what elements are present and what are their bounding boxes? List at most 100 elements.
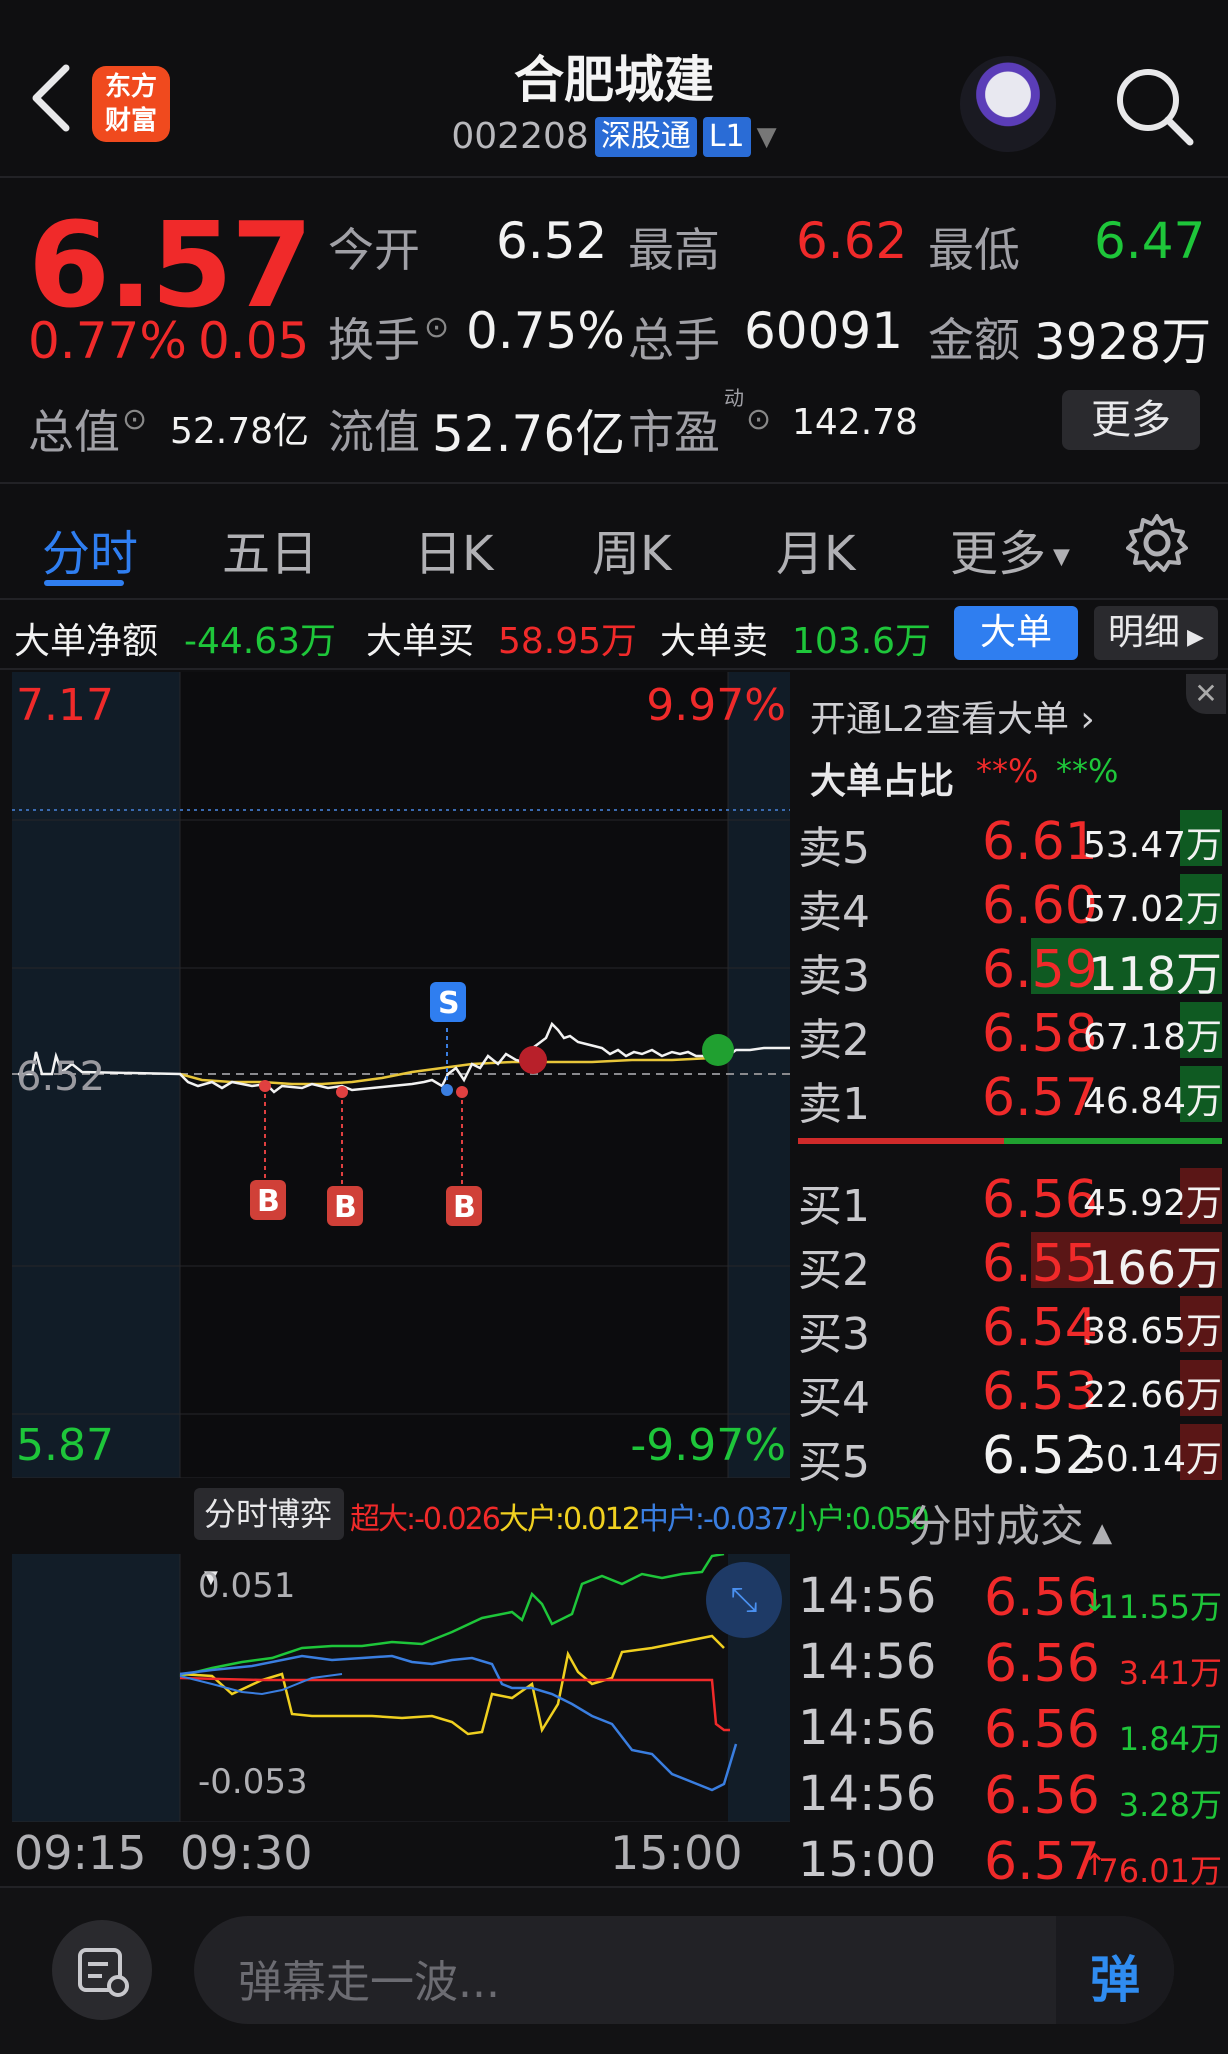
total-mv-label: 总值: [28, 405, 120, 459]
more-button[interactable]: 更多: [1062, 390, 1200, 450]
dropdown-triangle-icon: ▼: [1046, 544, 1070, 570]
bid-row[interactable]: 买4 6.53 22.66万: [798, 1354, 1222, 1424]
buy-marker[interactable]: B: [257, 1184, 280, 1219]
ask-row[interactable]: 卖4 6.60 57.02万: [798, 868, 1222, 938]
high-label: 最高: [628, 223, 720, 277]
chart-bottom-price: 5.87: [16, 1420, 114, 1471]
trade-price: 6.56: [984, 1700, 1100, 1760]
danmaku-settings-icon[interactable]: [52, 1920, 152, 2020]
sell-marker[interactable]: S: [438, 986, 460, 1021]
bid-volume: 166万: [1088, 1241, 1222, 1295]
trade-volume: 11.55万: [1098, 1588, 1222, 1626]
ask-volume: 53.47万: [1082, 825, 1222, 866]
super-value: -0.026: [414, 1502, 501, 1537]
tab-intraday[interactable]: 分时: [42, 514, 138, 584]
chart-top-pct: 9.97%: [646, 680, 786, 731]
danmaku-input[interactable]: 弹幕走一波...: [194, 1916, 1174, 2024]
amount-value: 3928万: [1034, 313, 1212, 371]
settings-gear-icon[interactable]: [1126, 512, 1188, 574]
chevron-right-icon: ▶: [1180, 625, 1204, 650]
info-circle-icon[interactable]: ⊙: [746, 402, 771, 437]
big-order-button[interactable]: 大单: [954, 606, 1078, 660]
open-label: 今开: [328, 223, 420, 277]
ask-price: 6.57: [982, 1068, 1098, 1128]
ask-volume: 118万: [1088, 947, 1222, 1001]
big-order-bar: 大单净额 -44.63万 大单买 58.95万 大单卖 103.6万 大单 明细…: [0, 600, 1228, 670]
trade-time: 15:00: [798, 1832, 937, 1888]
info-circle-icon[interactable]: ⊙: [424, 310, 449, 345]
trades-title[interactable]: 分时成交 ▲: [792, 1490, 1228, 1554]
danmaku-send-button[interactable]: 弹: [1056, 1916, 1174, 2024]
tab-daily-k[interactable]: 日K: [414, 514, 493, 584]
caret-up-icon: ▲: [1083, 1518, 1113, 1548]
bid-row[interactable]: 买3 6.54 38.65万: [798, 1290, 1222, 1360]
game-min-label: -0.053: [198, 1762, 308, 1802]
high-value: 6.62: [796, 212, 908, 270]
dropdown-triangle-icon: ▼: [756, 121, 777, 152]
l2-upgrade-link[interactable]: 开通L2查看大单 ›: [810, 690, 1095, 742]
ask-level-label: 卖1: [798, 1079, 870, 1130]
bid-row[interactable]: 买1 6.56 45.92万: [798, 1162, 1222, 1232]
bid-price: 6.55: [982, 1234, 1098, 1294]
bid-volume: 45.92万: [1082, 1183, 1222, 1224]
mid-value: -0.037: [702, 1502, 790, 1537]
tab-weekly-k[interactable]: 周K: [592, 514, 671, 584]
expand-icon[interactable]: ⤡: [706, 1562, 782, 1638]
tab-monthly-k[interactable]: 月K: [776, 514, 855, 584]
bid-row[interactable]: 买5 6.52 50.14万: [798, 1418, 1222, 1488]
chevron-right-icon: ›: [1068, 699, 1095, 740]
trade-time: 14:56: [798, 1568, 937, 1624]
turnover-label: 换手: [328, 313, 420, 367]
volume-value: 60091: [744, 302, 904, 360]
net-value: -44.63万: [184, 621, 337, 662]
game-chart[interactable]: 分时博弈 ▼ 超大:-0.026大户:0.012中户:-0.037小户:0.05…: [12, 1480, 930, 1822]
bid-volume: 50.14万: [1082, 1439, 1222, 1480]
ask-row[interactable]: 卖1 6.57 46.84万: [798, 1060, 1222, 1130]
tab-five-day[interactable]: 五日: [222, 514, 318, 584]
level-tag: L1: [702, 116, 751, 157]
large-value: 0.012: [562, 1502, 641, 1537]
trade-row: 14:56 6.56 1.84万: [798, 1696, 1222, 1762]
sell-value: 103.6万: [792, 621, 932, 662]
header-bar: 东方 财富 合肥城建 002208 深股通 L1 ▼: [0, 0, 1228, 178]
detail-button[interactable]: 明细 ▶: [1094, 606, 1218, 660]
bid-level-label: 买4: [798, 1373, 870, 1424]
intraday-chart[interactable]: 7.17 9.97% 5.87 -9.97% 6.52 B B B S: [12, 672, 790, 1479]
trade-ticks: 分时成交 ▲ 14:56 6.56 ↓ 11.55万 14:56 6.56 3.41万 14:…: [792, 1480, 1228, 1894]
buy-marker[interactable]: B: [334, 1190, 357, 1225]
ratio-red: **%: [976, 752, 1039, 790]
game-dropdown[interactable]: 分时博弈 ▼: [194, 1488, 344, 1588]
ask-row[interactable]: 卖3 6.59 118万: [798, 932, 1222, 1002]
connect-tag: 深股通: [594, 116, 697, 157]
ratio-label: 大单占比: [810, 761, 955, 802]
low-label: 最低: [928, 223, 1020, 277]
info-circle-icon[interactable]: ⊙: [122, 402, 147, 437]
close-icon[interactable]: ✕: [1186, 674, 1226, 714]
time-label-open: 09:30: [180, 1826, 313, 1880]
ask-row[interactable]: 卖2 6.58 67.18万: [798, 996, 1222, 1066]
game-chart-svg: [12, 1554, 790, 1822]
trade-row: 14:56 6.56 ↓ 11.55万: [798, 1564, 1222, 1630]
trade-volume: 1.84万: [1118, 1720, 1222, 1758]
period-tabs: 分时 五日 日K 周K 月K 更多 ▼: [0, 482, 1228, 600]
ask-level-label: 卖3: [798, 951, 870, 1002]
ratio-green: **%: [1056, 752, 1119, 790]
robot-avatar-icon[interactable]: [960, 56, 1056, 152]
order-book: 开通L2查看大单 › ✕ 大单占比 **% **% 卖5 6.61 53.47万 卖4…: [792, 672, 1228, 1488]
ask-row[interactable]: 卖5 6.61 53.47万: [798, 804, 1222, 874]
bid-row[interactable]: 买2 6.55 166万: [798, 1226, 1222, 1296]
ask-price: 6.59: [982, 940, 1098, 1000]
tab-more[interactable]: 更多 ▼: [950, 514, 1070, 584]
buy-marker[interactable]: B: [453, 1190, 476, 1225]
search-icon[interactable]: [1110, 62, 1200, 152]
intraday-chart-svg: [12, 672, 790, 1479]
net-label: 大单净额: [14, 621, 159, 662]
trade-price: 6.56: [984, 1634, 1100, 1694]
open-value: 6.52: [496, 212, 608, 270]
bid-level-label: 买1: [798, 1181, 870, 1232]
ask-level-label: 卖4: [798, 887, 870, 938]
sell-label: 大单卖: [660, 621, 769, 662]
change-amount: 0.05: [198, 312, 310, 370]
chart-top-price: 7.17: [16, 680, 114, 731]
bid-price: 6.56: [982, 1170, 1098, 1230]
